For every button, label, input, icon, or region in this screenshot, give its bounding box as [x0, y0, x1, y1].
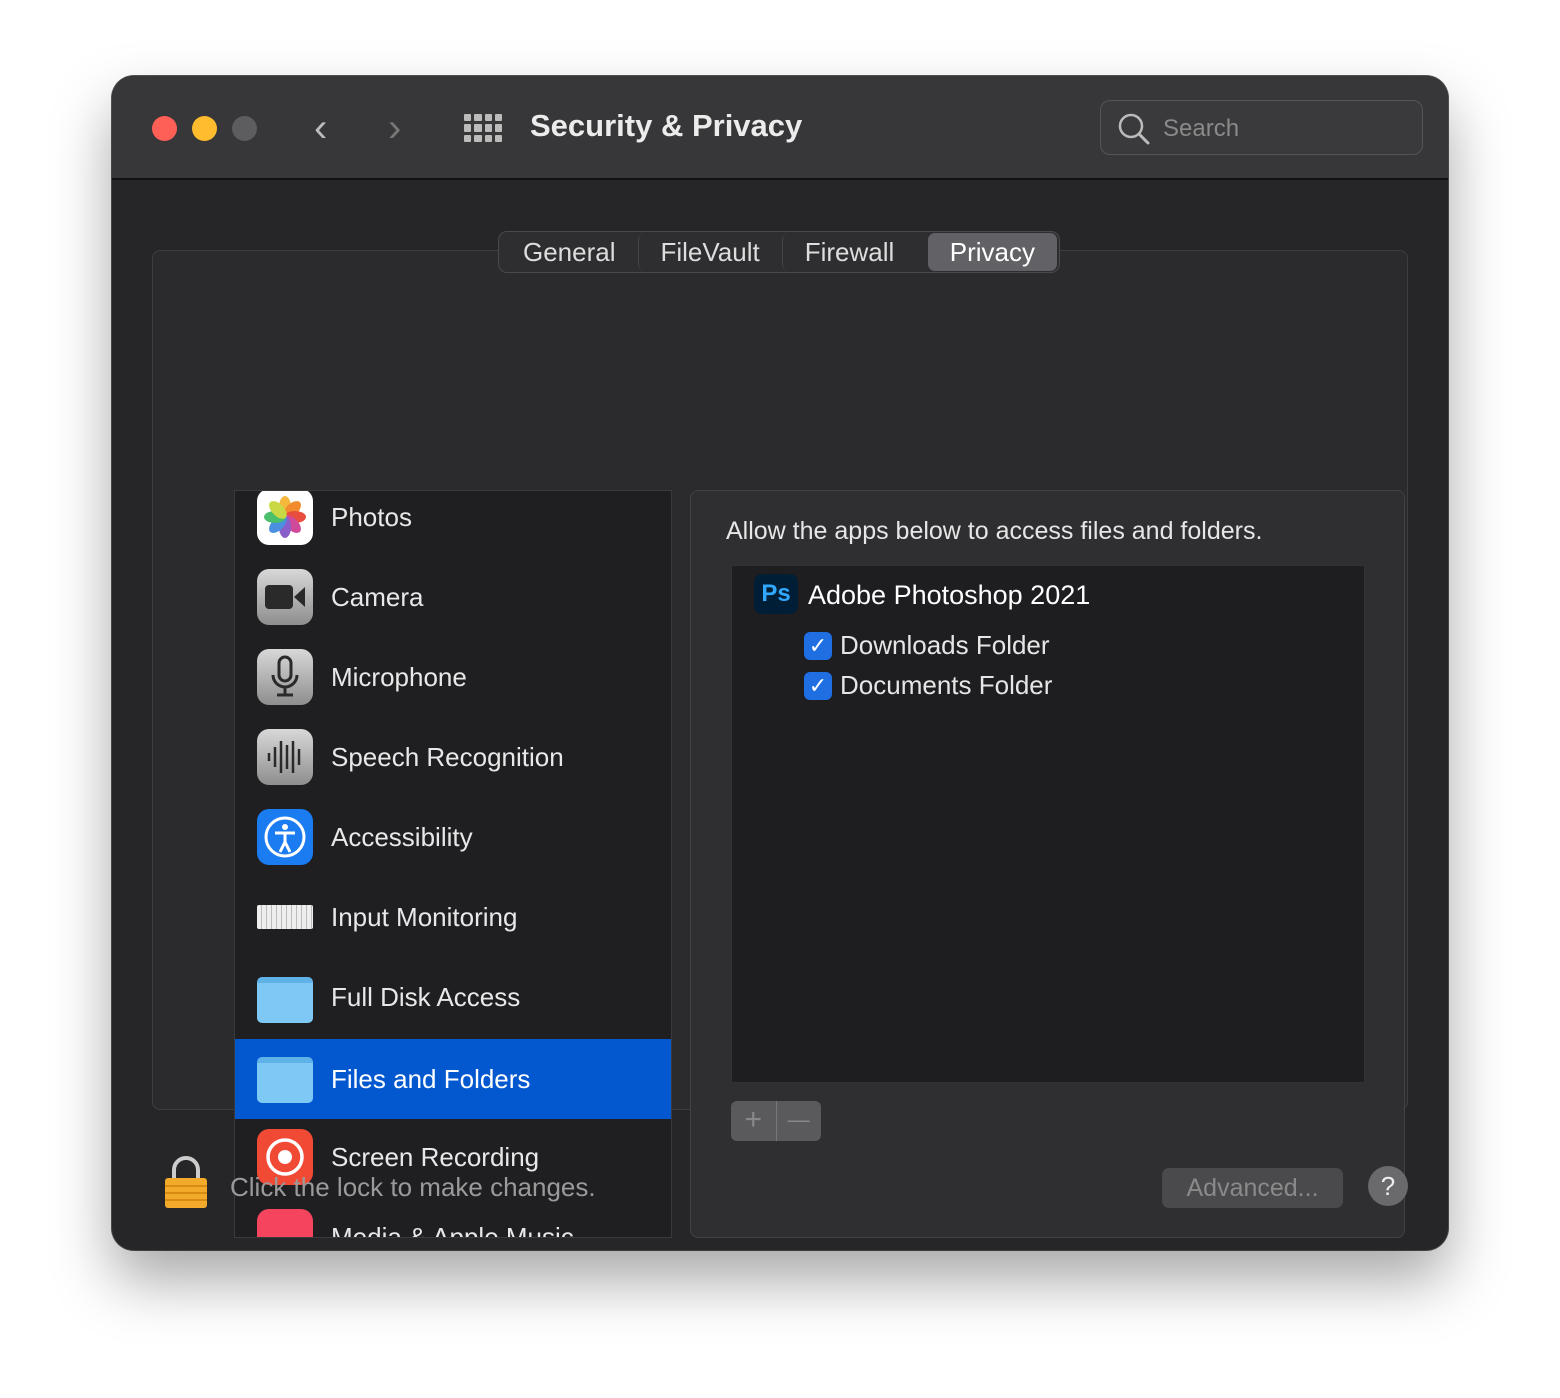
minimize-button[interactable] — [192, 116, 217, 141]
sidebar-item-camera[interactable]: Camera — [235, 557, 671, 637]
sidebar-item-files-and-folders[interactable]: Files and Folders — [235, 1039, 671, 1119]
tab-privacy[interactable]: Privacy — [927, 233, 1057, 271]
close-button[interactable] — [152, 116, 177, 141]
waveform-icon — [257, 729, 313, 785]
documents-folder-checkbox[interactable]: ✓ — [804, 672, 832, 700]
lock-icon[interactable] — [164, 1154, 208, 1208]
sidebar-item-label: Speech Recognition — [331, 741, 564, 772]
downloads-folder-checkbox[interactable]: ✓ — [804, 632, 832, 660]
tab-firewall[interactable]: Firewall — [781, 233, 917, 271]
photos-icon — [257, 491, 313, 545]
tab-filevault[interactable]: FileVault — [637, 233, 782, 271]
titlebar: ‹ › Security & Privacy Search — [112, 76, 1448, 180]
security-privacy-window: ‹ › Security & Privacy Search General Fi… — [112, 76, 1448, 1250]
show-all-grid-icon[interactable] — [464, 114, 502, 142]
downloads-folder-label: Downloads Folder — [840, 630, 1050, 660]
sidebar-item-label: Accessibility — [331, 821, 473, 852]
advanced-button[interactable]: Advanced... — [1162, 1168, 1343, 1208]
folder-icon — [257, 1057, 313, 1103]
sidebar-item-photos[interactable]: Photos — [235, 491, 671, 557]
search-input[interactable]: Search — [1100, 100, 1423, 155]
app-name: Adobe Photoshop 2021 — [808, 580, 1091, 610]
app-permission-list[interactable]: Ps Adobe Photoshop 2021 ✓ Downloads Fold… — [731, 565, 1365, 1083]
sidebar-item-label: Microphone — [331, 661, 467, 692]
microphone-icon — [257, 649, 313, 705]
add-remove-control: + — — [731, 1101, 821, 1141]
documents-folder-label: Documents Folder — [840, 670, 1053, 700]
privacy-category-list[interactable]: Photos Camera Microphone Speech Recognit… — [234, 490, 672, 1238]
camera-icon — [257, 569, 313, 625]
sidebar-item-label: Files and Folders — [331, 1063, 531, 1094]
sidebar-item-speech-recognition[interactable]: Speech Recognition — [235, 717, 671, 797]
search-icon — [1118, 113, 1150, 145]
add-button[interactable]: + — [731, 1101, 777, 1141]
sidebar-item-label: Screen Recording — [331, 1141, 540, 1172]
sidebar-item-label: Media & Apple Music — [331, 1221, 574, 1238]
folder-icon — [257, 977, 313, 1023]
window-title: Security & Privacy — [530, 108, 803, 143]
sidebar-item-label: Input Monitoring — [331, 901, 518, 932]
help-button[interactable]: ? — [1368, 1166, 1408, 1206]
remove-button[interactable]: — — [777, 1101, 822, 1141]
lock-message: Click the lock to make changes. — [230, 1172, 596, 1202]
keyboard-icon — [257, 905, 313, 929]
back-chevron-icon[interactable]: ‹ — [314, 106, 327, 151]
files-folders-panel: Allow the apps below to access files and… — [690, 490, 1405, 1238]
sidebar-item-label: Photos — [331, 501, 412, 532]
sidebar-item-media-apple-music[interactable]: Media & Apple Music — [235, 1197, 671, 1238]
sidebar-item-accessibility[interactable]: Accessibility — [235, 797, 671, 877]
sidebar-item-microphone[interactable]: Microphone — [235, 637, 671, 717]
tab-bar: General FileVault Firewall Privacy — [498, 231, 1060, 273]
panel-description: Allow the apps below to access files and… — [726, 517, 1263, 545]
sidebar-item-full-disk-access[interactable]: Full Disk Access — [235, 957, 671, 1037]
sidebar-item-label: Full Disk Access — [331, 981, 521, 1012]
photoshop-icon: Ps — [754, 574, 798, 614]
privacy-group-box: Photos Camera Microphone Speech Recognit… — [152, 250, 1408, 1238]
accessibility-icon — [257, 809, 313, 865]
zoom-button[interactable] — [232, 116, 257, 141]
sidebar-item-input-monitoring[interactable]: Input Monitoring — [235, 877, 671, 957]
sidebar-item-label: Camera — [331, 581, 424, 612]
tab-general[interactable]: General — [501, 233, 638, 271]
search-placeholder: Search — [1163, 115, 1240, 142]
forward-chevron-icon[interactable]: › — [388, 106, 401, 151]
music-icon — [257, 1209, 313, 1237]
